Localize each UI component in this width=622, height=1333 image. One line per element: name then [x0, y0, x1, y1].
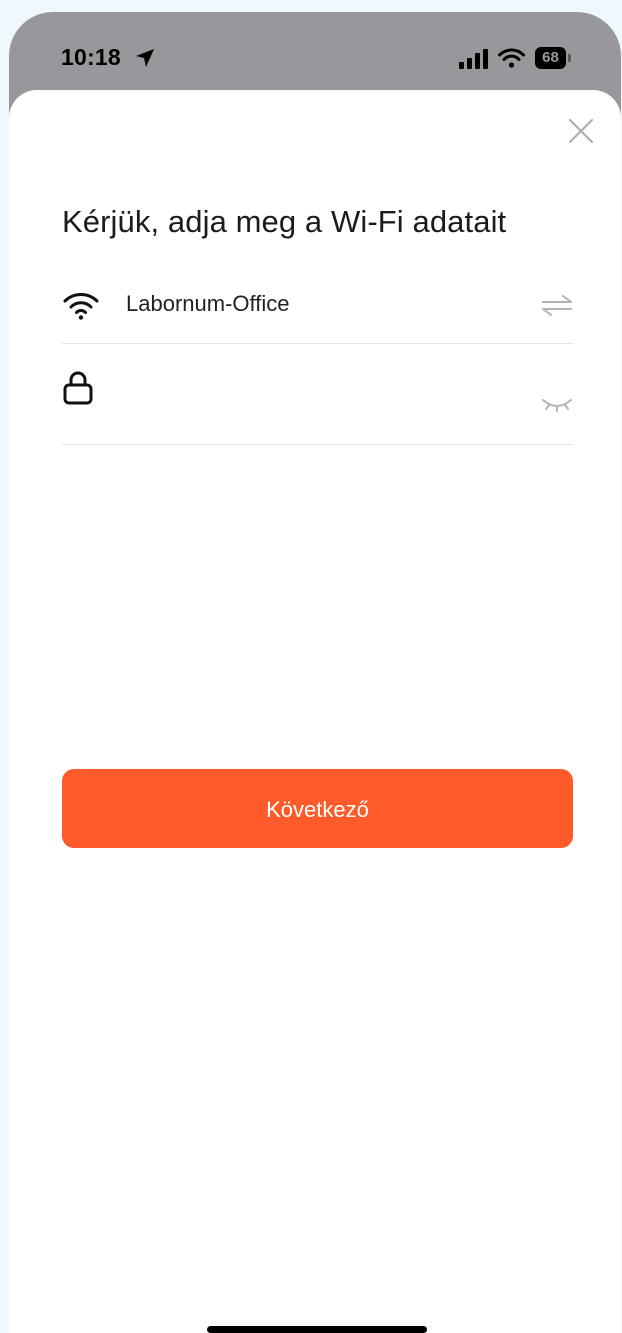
- eye-closed-icon[interactable]: [541, 396, 573, 412]
- ssid-row[interactable]: Labornum-Office: [62, 258, 573, 344]
- battery-level: 68: [542, 49, 559, 66]
- status-bar: 10:18 68: [9, 12, 621, 92]
- page-title: Kérjük, adja meg a Wi-Fi adatait: [62, 204, 507, 239]
- battery-indicator: 68: [535, 47, 566, 69]
- home-indicator: [207, 1326, 427, 1333]
- lock-icon: [63, 371, 93, 405]
- next-button[interactable]: Következő: [62, 769, 573, 848]
- location-arrow-icon: [136, 49, 154, 67]
- ssid-value: Labornum-Office: [126, 291, 290, 316]
- status-time: 10:18: [61, 44, 121, 70]
- password-row: [62, 344, 573, 445]
- wifi-icon: [63, 293, 99, 320]
- cellular-signal-icon: [459, 49, 488, 69]
- phone-frame: 10:18 68 Kérjük, adja meg a Wi-Fi adatai…: [9, 12, 621, 1333]
- wifi-icon: [498, 48, 525, 68]
- swap-arrows-icon[interactable]: [541, 294, 573, 316]
- close-icon[interactable]: [566, 116, 596, 146]
- battery-tip: [568, 54, 571, 62]
- password-input[interactable]: [126, 377, 510, 411]
- wifi-config-sheet: Kérjük, adja meg a Wi-Fi adatait Labornu…: [9, 90, 621, 1333]
